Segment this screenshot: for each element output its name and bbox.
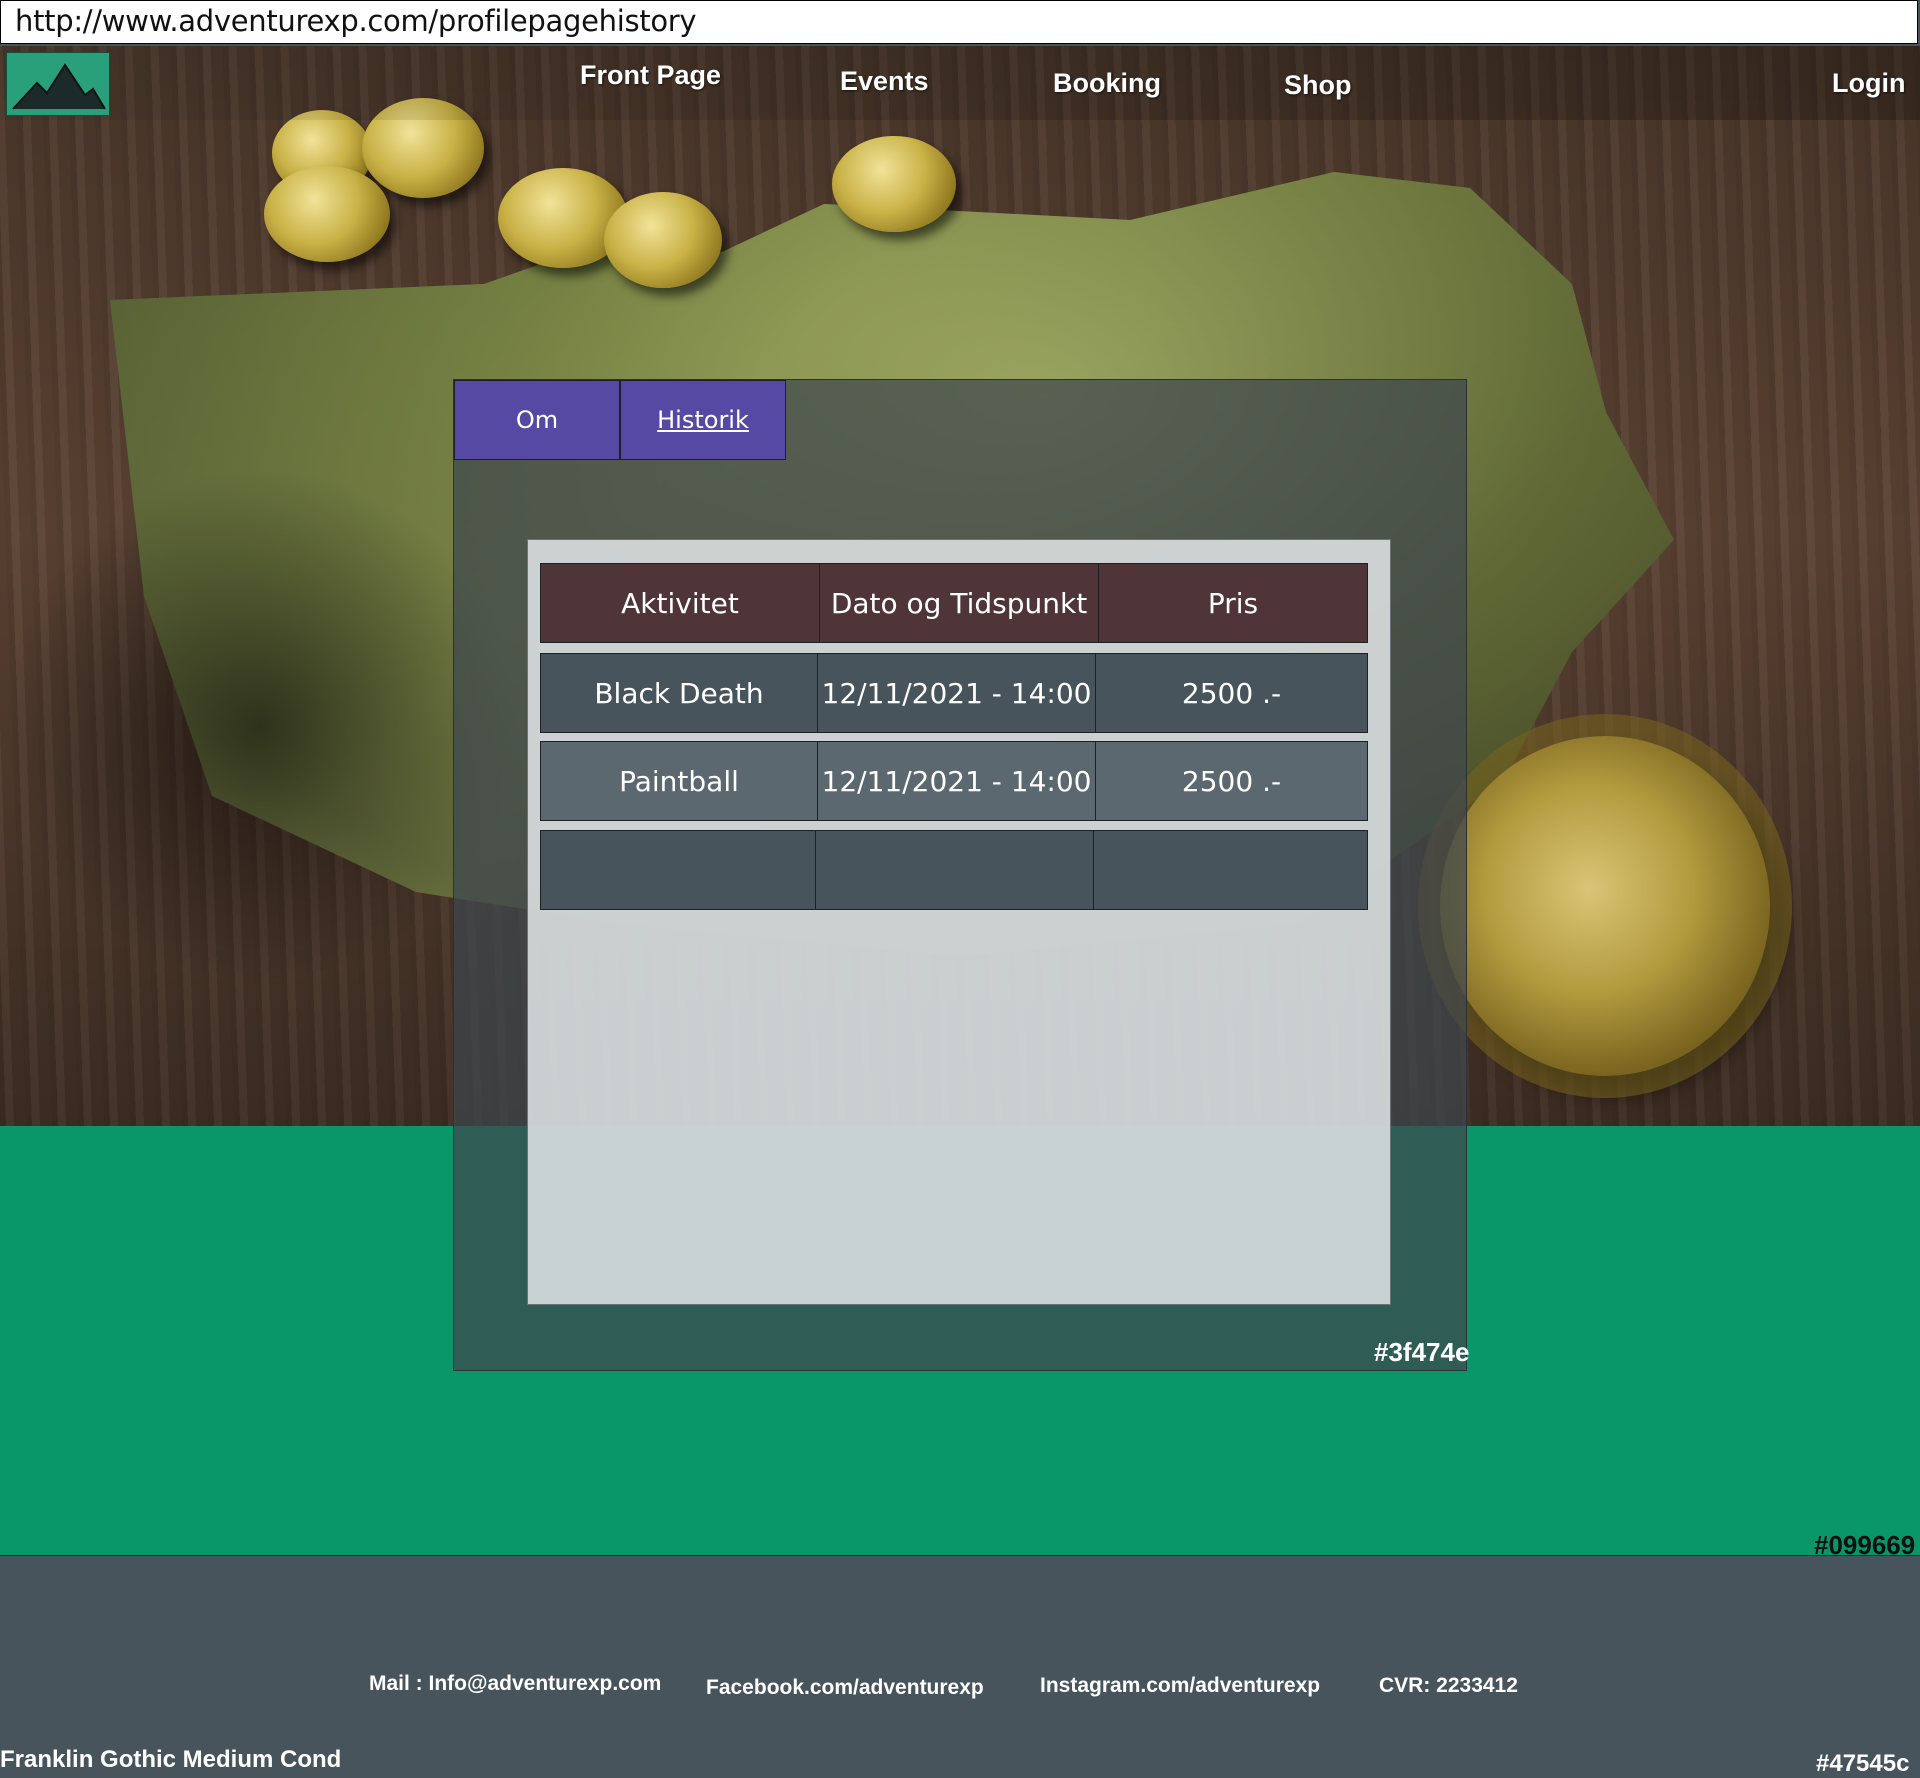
nav-events[interactable]: Events xyxy=(840,66,929,97)
coin-image xyxy=(832,136,956,232)
table-cell-datetime xyxy=(815,830,1094,910)
column-header-dato: Dato og Tidspunkt xyxy=(819,563,1099,643)
address-text: http://www.adventurexp.com/profilepagehi… xyxy=(15,4,697,38)
green-color-note: #099669 xyxy=(1814,1530,1916,1560)
coin-image xyxy=(264,166,390,262)
table-cell-activity: Black Death xyxy=(540,653,818,733)
footer-instagram-link[interactable]: Instagram.com/adventurexp xyxy=(1040,1674,1320,1698)
coin-image xyxy=(604,192,722,288)
table-cell-activity xyxy=(540,830,816,910)
table-cell-datetime: 12/11/2021 - 14:00 xyxy=(817,741,1096,821)
nav-front-page[interactable]: Front Page xyxy=(580,60,721,91)
footer-color-note: #47545c xyxy=(1816,1750,1910,1777)
footer xyxy=(0,1556,1920,1775)
table-cell-price: 2500 .- xyxy=(1095,741,1368,821)
table-cell-datetime: 12/11/2021 - 14:00 xyxy=(817,653,1096,733)
column-header-pris: Pris xyxy=(1098,563,1368,643)
footer-facebook-link[interactable]: Facebook.com/adventurexp xyxy=(706,1676,984,1700)
panel-color-note: #3f474e xyxy=(1374,1337,1470,1367)
tab-historik[interactable]: Historik xyxy=(620,380,786,460)
font-note: Franklin Gothic Medium Cond xyxy=(0,1746,342,1773)
table-cell-price: 2500 .- xyxy=(1095,653,1368,733)
navbar xyxy=(0,46,1920,120)
nav-shop[interactable]: Shop xyxy=(1284,70,1352,101)
mountain-logo-icon xyxy=(12,63,106,110)
footer-cvr: CVR: 2233412 xyxy=(1379,1674,1518,1697)
site-logo[interactable] xyxy=(6,52,110,116)
table-cell-activity: Paintball xyxy=(540,741,818,821)
nav-booking[interactable]: Booking xyxy=(1053,68,1161,99)
skull-medallion-image xyxy=(1440,736,1770,1076)
footer-mail-link[interactable]: Mail : Info@adventurexp.com xyxy=(369,1672,661,1696)
table-cell-price xyxy=(1093,830,1368,910)
nav-login[interactable]: Login xyxy=(1832,68,1905,99)
background-shadow xyxy=(0,466,520,986)
address-bar[interactable]: http://www.adventurexp.com/profilepagehi… xyxy=(0,0,1918,44)
column-header-aktivitet: Aktivitet xyxy=(540,563,820,643)
tab-om[interactable]: Om xyxy=(454,380,620,460)
